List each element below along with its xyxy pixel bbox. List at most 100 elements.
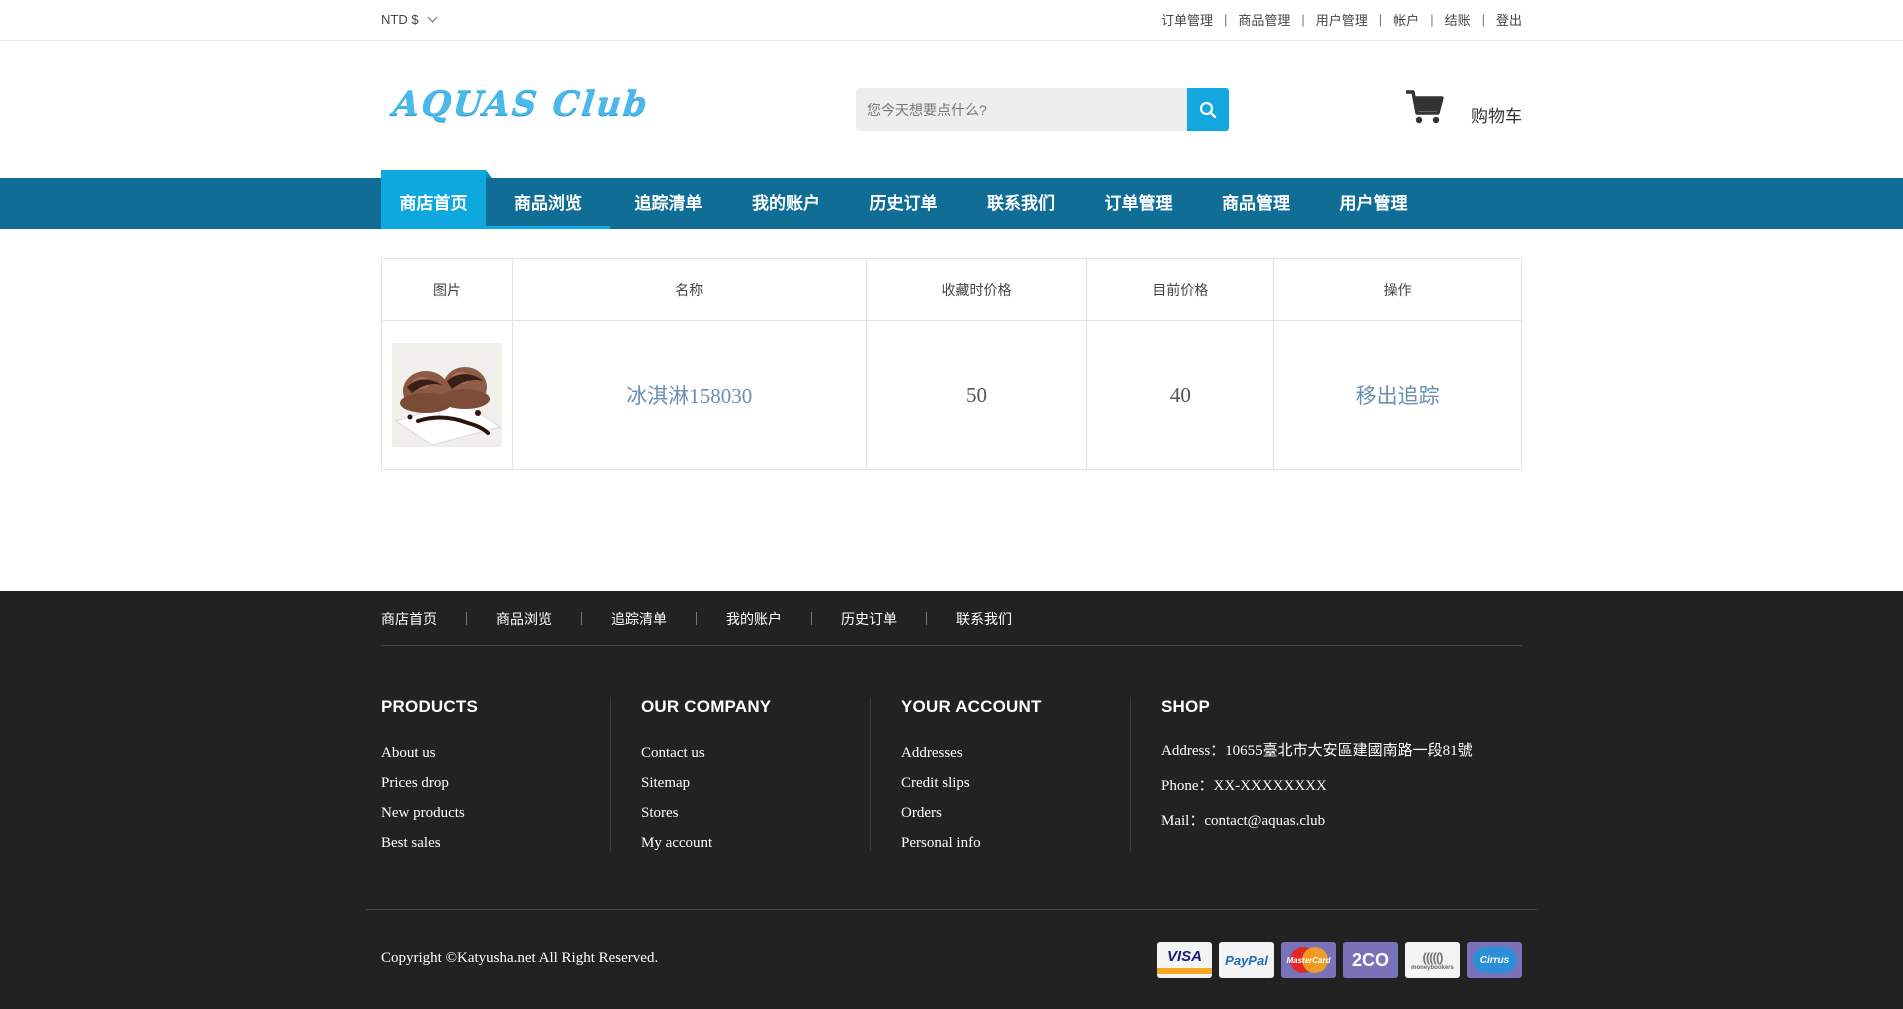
column-divider [870,697,871,851]
nav-item-contact-us[interactable]: 联系我们 [962,178,1080,229]
footer-link-stores[interactable]: Stores [641,805,771,824]
nav-item-my-account[interactable]: 我的账户 [727,178,845,229]
table-header-row: 图片 名称 收藏时价格 目前价格 操作 [381,258,1522,321]
nav-item-product-management[interactable]: 商品管理 [1197,178,1315,229]
copyright: Copyright ©Katyusha.net All Right Reserv… [381,950,659,966]
column-divider [610,697,611,851]
footer-link-about-us[interactable]: About us [381,745,478,764]
top-link-order-management[interactable]: 订单管理 [1161,10,1213,29]
top-link-user-management[interactable]: 用户管理 [1316,10,1368,29]
footer-heading-account: YOUR ACCOUNT [901,697,1042,716]
nav-item-watch-list[interactable]: 追踪清单 [610,178,727,229]
footer-link-addresses[interactable]: Addresses [901,745,1042,764]
main-nav: 商店首页 商品浏览 追踪清单 我的账户 历史订单 联系我们 订单管理 商品管理 … [0,170,1903,229]
footer-link-orders[interactable]: Orders [901,805,1042,824]
footer-link-my-account[interactable]: 我的账户 [726,609,782,629]
visa-icon: VISA [1157,942,1212,978]
moneybookers-icon: ((((() moneybookers [1405,942,1460,978]
footer-link-contact-us-2[interactable]: Contact us [641,745,771,764]
column-header-action: 操作 [1273,258,1522,321]
footer-link-new-products[interactable]: New products [381,805,478,824]
separator [926,612,927,625]
footer-divider [381,645,1522,646]
separator [581,612,582,625]
footer: 商店首页 商品浏览 追踪清单 我的账户 历史订单 联系我们 PRODUCTS A… [0,591,1903,1009]
footer-link-my-account-2[interactable]: My account [641,835,771,854]
visa-stripe [1157,968,1212,974]
2co-icon: 2CO [1343,942,1398,978]
separator: | [1430,12,1434,27]
product-name-link[interactable]: 冰淇淋158030 [626,384,752,408]
footer-column-shop: SHOP Address：10655臺北市大安區建國南路一段81號 Phone：… [1161,697,1473,844]
separator: | [1301,12,1305,27]
column-divider [1130,697,1131,851]
product-image-cell [381,320,513,470]
nav-item-browse-products[interactable]: 商品浏览 [486,178,610,229]
moneybookers-mark: ((((() [1422,949,1444,965]
mastercard-icon: MasterCard [1281,942,1336,978]
footer-link-best-sales[interactable]: Best sales [381,835,478,854]
currency-label: NTD $ [381,12,419,27]
search-bar [856,88,1229,131]
footer-link-credit-slips[interactable]: Credit slips [901,775,1042,794]
separator [696,612,697,625]
top-link-logout[interactable]: 登出 [1496,10,1522,29]
search-button[interactable] [1187,88,1229,131]
mastercard-label: MasterCard [1286,955,1331,965]
separator: | [1378,12,1383,27]
search-input[interactable] [856,88,1187,131]
top-link-account[interactable]: 帐户 [1393,10,1419,29]
site-logo[interactable]: AQUAS Club [391,84,651,128]
table-row: 冰淇淋158030 50 40 移出追踪 [381,320,1522,470]
cirrus-icon: Cirrus [1467,942,1522,978]
footer-heading-company: OUR COMPANY [641,697,772,716]
separator [466,612,467,625]
shop-mail: Mail：contact@aquas.club [1161,813,1326,829]
shop-phone: Phone：XX-XXXXXXXX [1161,778,1327,794]
footer-link-sitemap[interactable]: Sitemap [641,775,771,794]
cart-button[interactable]: 购物车 [1405,86,1522,127]
shop-address: Address：10655臺北市大安區建國南路一段81號 [1161,743,1473,759]
cart-icon [1406,89,1444,123]
column-header-saved-price: 收藏时价格 [865,258,1088,321]
footer-heading-shop: SHOP [1161,697,1210,716]
footer-link-browse-products[interactable]: 商品浏览 [496,609,552,629]
watch-list-table: 图片 名称 收藏时价格 目前价格 操作 冰淇淋158030 50 40 移出追踪 [381,258,1522,470]
payment-methods: VISA PayPal MasterCard 2CO ((((() moneyb… [1157,942,1522,978]
footer-link-prices-drop[interactable]: Prices drop [381,775,478,794]
footer-column-account: YOUR ACCOUNT Addresses Credit slips Orde… [901,697,1042,865]
footer-column-company: OUR COMPANY Contact us Sitemap Stores My… [641,697,771,865]
top-link-checkout[interactable]: 结账 [1445,10,1471,29]
cirrus-label: Cirrus [1472,947,1517,973]
top-links: 订单管理 | 商品管理 | 用户管理 | 帐户 | 结账 | 登出 [1161,10,1522,29]
action-cell: 移出追踪 [1273,320,1522,470]
currency-selector[interactable]: NTD $ [381,12,438,27]
paypal-icon: PayPal [1219,942,1274,978]
2co-label: 2CO [1351,949,1389,970]
footer-heading-products: PRODUCTS [381,697,478,716]
visa-label: VISA [1166,948,1202,965]
nav-item-user-management[interactable]: 用户管理 [1315,178,1432,229]
separator [811,612,812,625]
top-link-product-management[interactable]: 商品管理 [1238,10,1290,29]
product-image[interactable] [391,343,502,447]
footer-link-store-home[interactable]: 商店首页 [381,609,437,629]
nav-item-order-history[interactable]: 历史订单 [845,178,962,229]
footer-link-order-history[interactable]: 历史订单 [841,609,897,629]
footer-link-contact-us[interactable]: 联系我们 [956,609,1012,629]
nav-item-order-management[interactable]: 订单管理 [1080,178,1197,229]
search-icon [1199,101,1217,118]
remove-from-watch-list-link[interactable]: 移出追踪 [1356,384,1440,408]
column-header-current-price: 目前价格 [1086,258,1275,321]
top-bar: NTD $ 订单管理 | 商品管理 | 用户管理 | 帐户 | 结账 | 登出 [0,0,1903,41]
ice-cream-image [391,343,502,447]
footer-nav: 商店首页 商品浏览 追踪清单 我的账户 历史订单 联系我们 [381,609,1012,629]
product-name-cell: 冰淇淋158030 [511,320,867,470]
footer-link-watch-list[interactable]: 追踪清单 [611,609,667,629]
column-header-name: 名称 [511,258,867,321]
footer-column-products: PRODUCTS About us Prices drop New produc… [381,697,478,865]
separator: | [1481,12,1485,27]
nav-item-store-home[interactable]: 商店首页 [381,170,492,229]
current-price-cell: 40 [1086,320,1275,470]
footer-link-personal-info[interactable]: Personal info [901,835,1042,854]
